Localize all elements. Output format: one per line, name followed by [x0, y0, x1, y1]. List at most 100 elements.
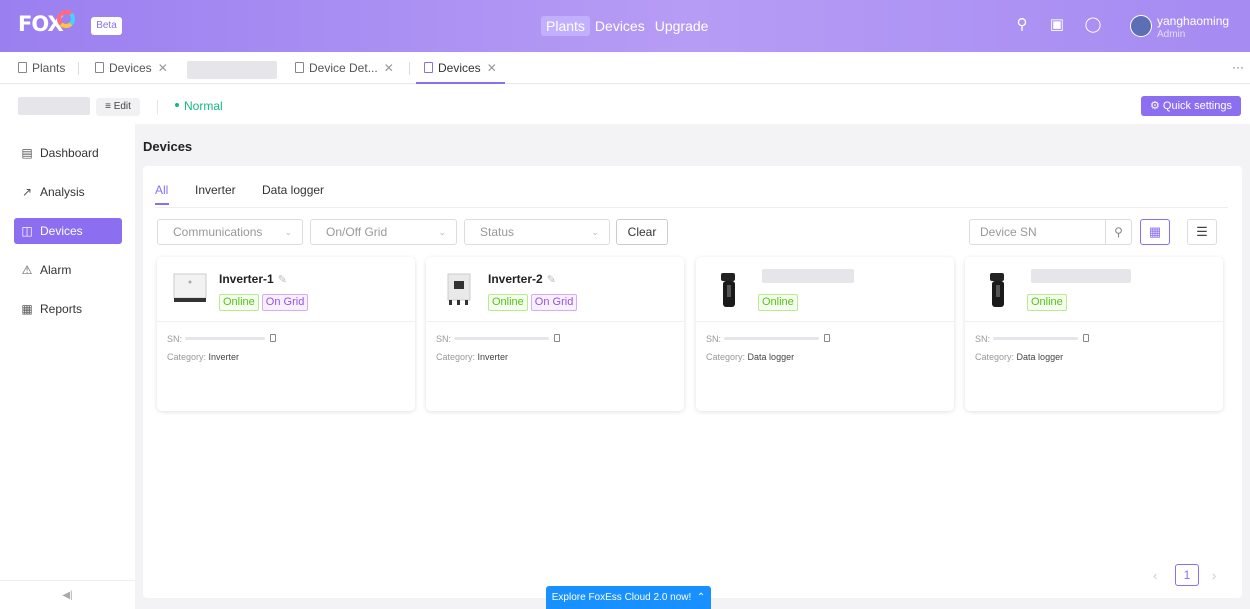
filter-tab-data-logger[interactable]: Data logger [262, 183, 324, 197]
prev-page-icon[interactable]: ‹ [1153, 568, 1157, 583]
sidebar-item-alarm[interactable]: ⚠ Alarm [14, 257, 122, 283]
chevron-down-icon: ⌄ [438, 227, 446, 237]
card-divider [965, 321, 1223, 322]
sidebar-item-label: Dashboard [40, 146, 99, 160]
sidebar-item-label: Alarm [40, 263, 72, 277]
chevron-up-icon: ⌃ [696, 592, 706, 603]
sidebar-item-label: Devices [40, 224, 83, 238]
device-icon: ◫ [21, 224, 33, 238]
page-title: Devices [143, 139, 193, 154]
tab-plant-redacted[interactable] [187, 59, 277, 79]
sidebar-item-analysis[interactable]: ↗ Analysis [14, 179, 122, 205]
device-name-redacted [762, 269, 854, 283]
online-badge: Online [758, 294, 798, 311]
online-badge: Online [1027, 294, 1067, 311]
grid-select[interactable]: On/Off Grid ⌄ [310, 219, 457, 245]
copy-icon[interactable] [823, 334, 830, 342]
status-badges: Online [758, 294, 798, 311]
filter-tab-inverter[interactable]: Inverter [195, 183, 236, 197]
tab-label: Devices [438, 61, 481, 75]
edit-icon[interactable]: ✎ [547, 274, 556, 286]
copy-icon[interactable] [269, 334, 276, 342]
top-bar: FOX Beta Plants Devices Upgrade ⚲ ▣ ◯ ya… [0, 0, 1250, 52]
nav-devices[interactable]: Devices [590, 16, 650, 36]
close-icon[interactable]: ✕ [158, 61, 168, 75]
tab-devices[interactable]: Devices ✕ [95, 52, 168, 84]
status-select[interactable]: Status ⌄ [464, 219, 610, 245]
report-icon: ▦ [21, 302, 33, 316]
globe-icon[interactable]: ◯ [1083, 15, 1103, 35]
inverter-image [170, 269, 210, 309]
sidebar-item-devices[interactable]: ◫ Devices [14, 218, 122, 244]
divider [157, 100, 158, 114]
sidebar-item-label: Analysis [40, 185, 85, 199]
redacted-text [723, 337, 819, 340]
app-logo[interactable]: FOX [18, 12, 64, 36]
card-divider [426, 321, 684, 322]
page-number[interactable]: 1 [1175, 564, 1199, 586]
data-logger-image [709, 269, 749, 309]
chevron-down-icon: ⌄ [284, 227, 292, 237]
device-category: Category: Inverter [436, 352, 508, 362]
tab-bar: Plants Devices ✕ Device Det... ✕ Devices ✕ [0, 52, 1250, 84]
inverter-image [439, 269, 479, 309]
device-card[interactable]: Online SN: Category: Data logger [696, 257, 954, 411]
nav-plants[interactable]: Plants [541, 16, 590, 36]
search-icon[interactable]: ⚲ [1012, 15, 1032, 35]
banner-text: Explore FoxEss Cloud 2.0 now! [551, 592, 692, 603]
quick-settings-button[interactable]: ⚙ Quick settings [1141, 96, 1241, 116]
online-badge: Online [219, 294, 259, 311]
filter-tab-all[interactable]: All [155, 183, 168, 197]
edit-icon[interactable]: ✎ [278, 274, 287, 286]
tab-device-detail[interactable]: Device Det... ✕ [295, 52, 394, 84]
collapse-sidebar-icon[interactable]: ◀| [0, 580, 135, 609]
redacted-text [453, 337, 549, 340]
edit-button[interactable]: ≡ Edit [96, 98, 140, 116]
device-name: Inverter-1 ✎ [219, 272, 287, 286]
active-tab-indicator [155, 203, 169, 205]
device-card[interactable]: Inverter-2 ✎ Online On Grid SN: Category:… [426, 257, 684, 411]
search-icon[interactable]: ⚲ [1105, 219, 1132, 245]
tab-devices-active[interactable]: Devices ✕ [416, 52, 505, 84]
next-page-icon[interactable]: › [1212, 568, 1216, 583]
plant-status: Normal [175, 99, 223, 113]
user-role: Admin [1157, 29, 1186, 40]
grid-view-icon[interactable]: ▦ [1140, 219, 1170, 245]
message-icon[interactable]: ▣ [1047, 15, 1067, 35]
select-value: On/Off Grid [326, 225, 388, 239]
tab-plants[interactable]: Plants [18, 52, 65, 84]
online-badge: Online [488, 294, 528, 311]
card-divider [157, 321, 415, 322]
close-icon[interactable]: ✕ [487, 61, 497, 75]
category-value: Inverter [477, 352, 509, 362]
copy-icon[interactable] [1082, 334, 1089, 342]
nav-upgrade[interactable]: Upgrade [650, 16, 714, 36]
edit-label: Edit [113, 101, 131, 112]
sn-label: SN: [436, 334, 452, 344]
avatar[interactable] [1130, 15, 1152, 37]
tab-divider [409, 62, 410, 75]
sidebar-item-reports[interactable]: ▦ Reports [14, 296, 122, 322]
explore-banner[interactable]: Explore FoxEss Cloud 2.0 now! ⌃ [546, 586, 711, 609]
chevron-down-icon: ⌄ [591, 227, 599, 237]
copy-icon[interactable] [553, 334, 560, 342]
device-category: Category: Data logger [706, 352, 794, 362]
more-icon[interactable]: ··· [1232, 60, 1244, 74]
list-view-icon[interactable]: ☰ [1187, 219, 1217, 245]
plant-name-redacted [18, 97, 90, 115]
device-sn: SN: [167, 334, 276, 344]
communications-select[interactable]: Communications ⌄ [157, 219, 303, 245]
clear-button[interactable]: Clear [616, 219, 668, 245]
device-card[interactable]: Inverter-1 ✎ Online On Grid SN: Category:… [157, 257, 415, 411]
category-label: Category: [167, 352, 207, 362]
quick-settings-label: Quick settings [1162, 100, 1232, 112]
user-name[interactable]: yanghaoming [1157, 14, 1229, 28]
device-sn-input[interactable]: Device SN [969, 219, 1106, 245]
sidebar-item-dashboard[interactable]: ▤ Dashboard [14, 140, 122, 166]
device-card[interactable]: Online SN: Category: Data logger [965, 257, 1223, 411]
card-divider [696, 321, 954, 322]
status-badges: Online On Grid [488, 294, 578, 311]
tab-label: Plants [32, 61, 66, 75]
tab-divider [78, 62, 79, 75]
close-icon[interactable]: ✕ [384, 61, 394, 75]
